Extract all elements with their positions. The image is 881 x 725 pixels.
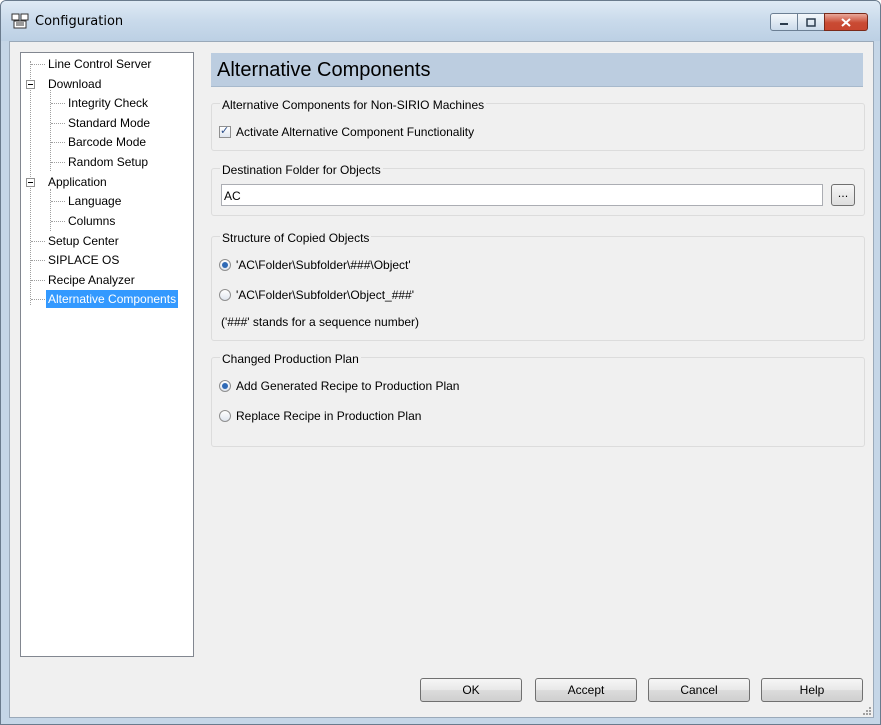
structure-group: Structure of Copied Objects 'AC\Folder\S… (211, 231, 865, 341)
close-icon (841, 17, 851, 27)
tree-item-random-setup[interactable]: Random Setup (66, 153, 150, 171)
accept-button[interactable]: Accept (535, 678, 637, 702)
tree-item-language[interactable]: Language (66, 192, 123, 210)
title-bar[interactable]: Configuration (1, 1, 880, 41)
maximize-icon (806, 17, 816, 27)
structure-option-2-radio[interactable] (219, 289, 231, 301)
tree-collapse-toggle-download[interactable] (26, 80, 35, 89)
minimize-button[interactable] (770, 13, 798, 31)
tree-connector-line (51, 162, 65, 163)
non-sirio-group-label: Alternative Components for Non-SIRIO Mac… (220, 98, 487, 112)
structure-option-1-radio[interactable] (219, 259, 231, 271)
resize-grip-icon[interactable] (861, 705, 871, 715)
tree-item-standard-mode[interactable]: Standard Mode (66, 114, 152, 132)
production-plan-group: Changed Production Plan Add Generated Re… (211, 352, 865, 447)
tree-connector-line (51, 142, 65, 143)
tree-connector-line (51, 103, 65, 104)
tree-connector-line (51, 123, 65, 124)
replace-recipe-radio[interactable] (219, 410, 231, 422)
structure-group-label: Structure of Copied Objects (220, 231, 372, 245)
tree-item-download[interactable]: Download (46, 75, 103, 93)
tree-item-line-control-server[interactable]: Line Control Server (46, 55, 153, 73)
cancel-button[interactable]: Cancel (648, 678, 750, 702)
help-button[interactable]: Help (761, 678, 863, 702)
window-title: Configuration (35, 14, 124, 29)
page-title: Alternative Components (217, 59, 431, 81)
navigation-tree[interactable]: Line Control Server Download Integrity C… (20, 52, 194, 657)
tree-connector-line (50, 189, 51, 231)
tree-connector-line (31, 260, 45, 261)
configuration-app-icon (11, 13, 29, 29)
ok-button[interactable]: OK (420, 678, 522, 702)
structure-option-2-label[interactable]: 'AC\Folder\Subfolder\Object_###' (236, 288, 414, 302)
minimize-icon (780, 23, 788, 25)
tree-item-barcode-mode[interactable]: Barcode Mode (66, 133, 148, 151)
structure-option-1-label[interactable]: 'AC\Folder\Subfolder\###\Object' (236, 258, 411, 272)
add-recipe-label[interactable]: Add Generated Recipe to Production Plan (236, 379, 459, 393)
tree-connector-line (31, 280, 45, 281)
tree-item-setup-center[interactable]: Setup Center (46, 232, 121, 250)
destination-folder-input[interactable]: AC (221, 184, 823, 206)
configuration-window: Configuration Line Control Server Downlo… (0, 0, 881, 725)
activate-functionality-label[interactable]: Activate Alternative Component Functiona… (236, 125, 474, 139)
tree-connector-line (31, 299, 45, 300)
tree-connector-line (51, 221, 65, 222)
panel-header: Alternative Components (211, 53, 863, 87)
close-button[interactable] (824, 13, 868, 31)
browse-button[interactable]: ... (831, 184, 855, 206)
destination-group: Destination Folder for Objects AC ... (211, 163, 865, 216)
maximize-button[interactable] (797, 13, 825, 31)
add-recipe-radio[interactable] (219, 380, 231, 392)
tree-connector-line (31, 241, 45, 242)
tree-item-columns[interactable]: Columns (66, 212, 117, 230)
client-area: Line Control Server Download Integrity C… (9, 41, 874, 718)
production-plan-group-label: Changed Production Plan (220, 352, 361, 366)
tree-connector-line (51, 201, 65, 202)
tree-item-alternative-components[interactable]: Alternative Components (46, 290, 179, 308)
destination-group-label: Destination Folder for Objects (220, 163, 383, 177)
tree-item-integrity-check[interactable]: Integrity Check (66, 94, 150, 112)
tree-connector-line (31, 64, 45, 65)
tree-item-recipe-analyzer[interactable]: Recipe Analyzer (46, 271, 137, 289)
tree-collapse-toggle-application[interactable] (26, 178, 35, 187)
activate-functionality-checkbox[interactable]: ✓ (219, 124, 231, 138)
replace-recipe-label[interactable]: Replace Recipe in Production Plan (236, 409, 421, 423)
checkmark-icon: ✓ (220, 124, 230, 137)
tree-item-siplace-os[interactable]: SIPLACE OS (46, 251, 121, 269)
tree-item-application[interactable]: Application (46, 173, 109, 191)
non-sirio-group: Alternative Components for Non-SIRIO Mac… (211, 98, 865, 151)
sequence-number-note: ('###' stands for a sequence number) (221, 315, 420, 329)
